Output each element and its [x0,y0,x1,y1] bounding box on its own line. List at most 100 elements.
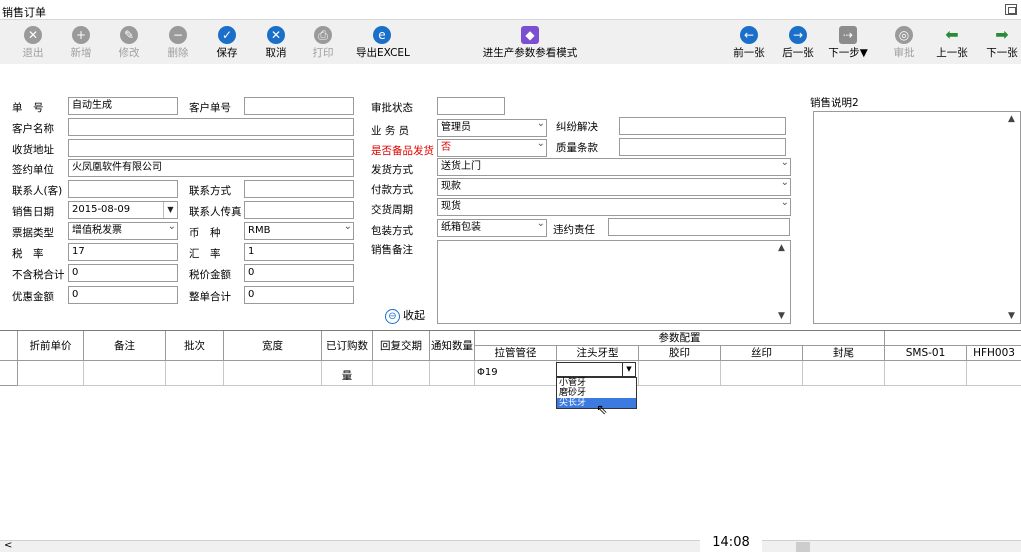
horizontal-scrollbar[interactable]: < [0,540,1021,552]
prev-record-button[interactable]: ← 前一张 [731,22,767,62]
col-ordered-qty[interactable]: 已订购数量 [322,331,373,382]
exit-button[interactable]: ✕ 退出 [18,22,48,62]
ship-method-select[interactable]: 送货上门 [437,158,791,176]
customer-order-no-field[interactable] [244,97,354,115]
cell-batch[interactable] [166,361,224,386]
cell-discount-price[interactable] [18,361,84,386]
salesperson-select[interactable]: 管理员 [437,119,547,137]
sale-date-picker[interactable]: 2015-08-09 [68,201,178,219]
approve-button[interactable]: ◎ 审批 [889,22,919,62]
cell-silk[interactable] [721,361,803,386]
approval-status-field[interactable] [437,97,505,115]
tax-rate-field[interactable]: 17 [68,243,178,261]
packing-select[interactable]: 纸箱包装 [437,219,547,237]
sale-desc2-textarea[interactable]: ▲ ▼ [813,111,1021,324]
cell-seal[interactable] [803,361,885,386]
dispute-field[interactable] [619,117,786,135]
sale-note-textarea[interactable]: ▲ ▼ [437,240,791,324]
contact-way-field[interactable] [244,180,354,198]
col-remark[interactable]: 备注 [84,331,166,361]
save-button[interactable]: ✓ 保存 [212,22,242,62]
customer-name-field[interactable] [68,118,354,136]
down-button[interactable]: ➡ 下一张 [984,22,1020,62]
cell-sms[interactable] [885,361,967,386]
restore-icon[interactable] [1005,4,1017,15]
approval-status-label: 审批状态 [371,102,413,114]
scroll-left-icon[interactable]: < [4,540,12,551]
quality-field[interactable] [619,138,786,156]
breach-field[interactable] [608,218,790,236]
col-notice-qty[interactable]: 通知数量 [430,331,475,361]
nozzle-combo[interactable] [556,362,636,377]
cell-reply-date[interactable] [373,361,430,386]
salesperson-label: 业 务 员 [371,125,410,137]
col-sms[interactable]: SMS-01 [885,346,967,361]
sale-note-label: 销售备注 [371,244,413,256]
col-nozzle[interactable]: 注头牙型 [557,346,639,361]
delete-button[interactable]: − 删除 [163,22,193,62]
currency-select[interactable]: RMB [244,222,354,240]
cell-hfh[interactable] [967,361,1021,386]
delivery-cycle-select[interactable]: 现货 [437,198,791,216]
cell-notice-qty[interactable] [430,361,475,386]
print-label: 打印 [312,47,334,59]
packing-label: 包装方式 [371,225,413,237]
order-total-field[interactable]: 0 [244,286,354,304]
arrow-up-left-icon: ⬅ [945,25,959,44]
col-silk[interactable]: 丝印 [721,346,803,361]
contact-fax-field[interactable] [244,201,354,219]
arrow-down-right-icon: ➡ [995,25,1009,44]
add-icon: + [72,26,90,44]
discount-field[interactable]: 0 [68,286,178,304]
approve-label: 审批 [893,47,915,59]
next-record-button[interactable]: → 后一张 [780,22,816,62]
sale-note-scrollbar[interactable]: ▲ ▼ [776,241,790,323]
scrollbar-thumb[interactable] [796,542,810,552]
row-selector[interactable] [0,361,18,386]
next-step-button[interactable]: ⇢ 下一步▼ [823,22,873,62]
col-width[interactable]: 宽度 [224,331,322,361]
cancel-button[interactable]: ✕ 取消 [261,22,291,62]
export-excel-button[interactable]: e 导出EXCEL [356,22,410,62]
tax-total-field[interactable]: 0 [244,264,354,282]
col-batch[interactable]: 批次 [166,331,224,361]
edit-button[interactable]: ✎ 修改 [114,22,144,62]
exchange-rate-field[interactable]: 1 [244,243,354,261]
tax-total-label: 税价金额 [189,269,231,281]
collapse-button[interactable]: ⊖ 收起 [385,307,425,324]
up-button[interactable]: ⬅ 上一张 [934,22,970,62]
cell-remark[interactable] [84,361,166,386]
nozzle-option[interactable]: 磨砂牙 [557,388,636,398]
print-button[interactable]: ⎙ 打印 [308,22,338,62]
invoice-type-select[interactable]: 增值税发票 [68,222,178,240]
sign-unit-field[interactable]: 火凤凰软件有限公司 [68,159,354,177]
sale-desc2-label: 销售说明2 [810,97,859,109]
sale-date-label: 销售日期 [12,206,54,218]
param-mode-button[interactable]: ◆ 进生产参数参看模式 [482,22,578,62]
col-hfh[interactable]: HFH003 [967,346,1021,361]
new-button[interactable]: + 新增 [66,22,96,62]
down-label: 下一张 [986,47,1018,59]
pay-method-select[interactable]: 现款 [437,178,791,196]
cell-width[interactable] [224,361,322,386]
contact-fax-label: 联系人传真 [189,206,242,218]
edit-label: 修改 [118,47,140,59]
cell-ordered-qty[interactable] [322,361,373,386]
cell-pull-pipe[interactable]: Φ19 [475,361,557,386]
col-discount-price[interactable]: 折前单价 [18,331,84,361]
cancel-label: 取消 [265,47,287,59]
exchange-rate-label: 汇 率 [189,248,221,260]
scroll-up-icon: ▲ [1008,114,1015,124]
nozzle-option[interactable]: 小管牙 [557,378,636,388]
sale-desc2-scrollbar[interactable]: ▲ ▼ [1006,112,1020,323]
ship-address-field[interactable] [68,139,354,157]
cell-glue[interactable] [639,361,721,386]
backup-ship-select[interactable]: 否 [437,139,547,157]
contact-field[interactable] [68,180,178,198]
col-glue[interactable]: 胶印 [639,346,721,361]
order-no-field[interactable]: 自动生成 [68,97,178,115]
col-seal[interactable]: 封尾 [803,346,885,361]
col-reply-date[interactable]: 回复交期 [373,331,430,361]
ex-tax-total-field[interactable]: 0 [68,264,178,282]
col-pull-pipe[interactable]: 拉管管径 [475,346,557,361]
